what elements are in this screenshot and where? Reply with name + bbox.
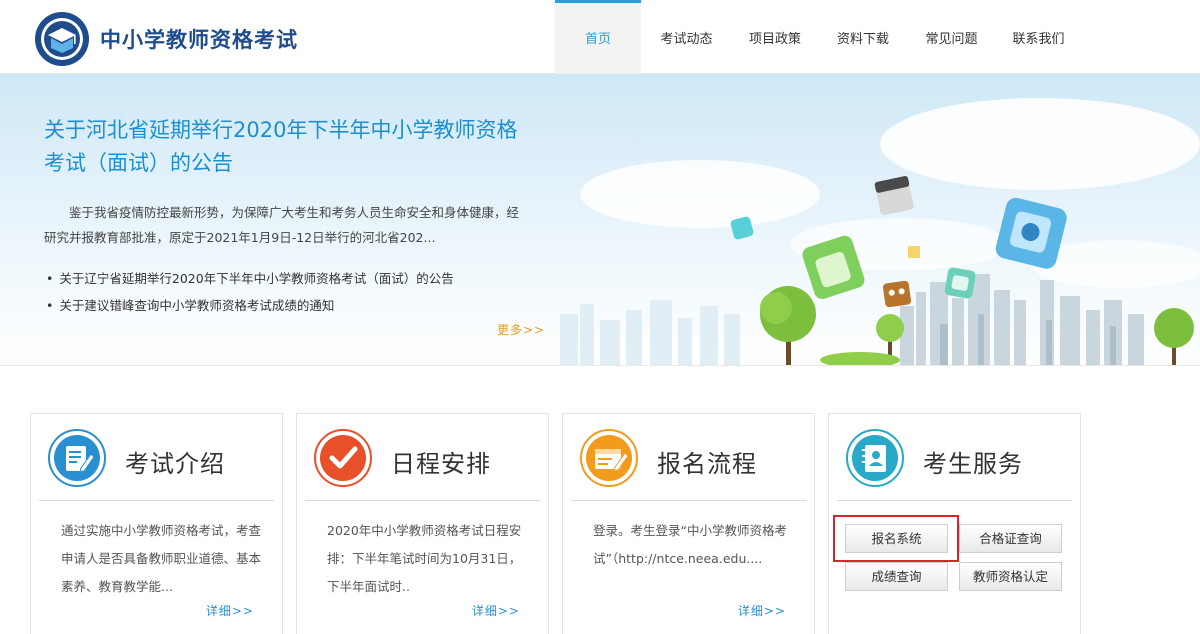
card-text: 通过实施中小学教师资格考试，考查申请人是否具备教师职业道德、基本素养、教育教学能…: [61, 523, 262, 594]
divider: [39, 500, 274, 501]
form-pen-icon: [580, 429, 638, 487]
nav-exam-news[interactable]: 考试动态: [641, 0, 732, 74]
card-registration-process: 报名流程 登录。考生登录“中小学教师资格考试”（http://ntce.neea…: [562, 413, 815, 634]
logo-icon[interactable]: [34, 11, 90, 67]
nav-policy[interactable]: 项目政策: [732, 0, 818, 74]
headline-news-title[interactable]: 关于河北省延期举行2020年下半年中小学教师资格考试（面试）的公告: [44, 114, 524, 180]
card-text: 2020年中小学教师资格考试日程安排：下半年笔试时间为10月31日，下半年面试时…: [327, 523, 522, 594]
detail-link[interactable]: 详细>>: [206, 602, 254, 619]
site-header: 中小学教师资格考试 首页 考试动态 项目政策 资料下载 常见问题 联系我们: [0, 0, 1200, 74]
teacher-qualification-button[interactable]: 教师资格认定: [959, 562, 1062, 591]
main-nav: 首页 考试动态 项目政策 资料下载 常见问题 联系我们: [555, 0, 1082, 74]
headline-news-summary: 鉴于我省疫情防控最新形势，为保障广大考生和考务人员生命安全和身体健康，经研究并报…: [44, 205, 520, 245]
card-text: 登录。考生登录“中小学教师资格考试”（http://ntce.neea.edu.…: [593, 523, 787, 566]
card-title[interactable]: 报名流程: [657, 444, 757, 479]
banner: 关于河北省延期举行2020年下半年中小学教师资格考试（面试）的公告 鉴于我省疫情…: [0, 74, 1200, 366]
news-list-item[interactable]: 关于辽宁省延期举行2020年下半年中小学教师资格考试（面试）的公告: [46, 265, 453, 292]
detail-link[interactable]: 详细>>: [738, 602, 786, 619]
news-list: 关于辽宁省延期举行2020年下半年中小学教师资格考试（面试）的公告 关于建议错峰…: [46, 265, 454, 319]
more-news-link[interactable]: 更多>>: [497, 321, 545, 338]
nav-faq[interactable]: 常见问题: [908, 0, 995, 74]
document-pen-icon: [48, 429, 106, 487]
score-query-button[interactable]: 成绩查询: [845, 562, 948, 591]
nav-home[interactable]: 首页: [555, 0, 641, 74]
nav-downloads[interactable]: 资料下载: [818, 0, 908, 74]
card-title[interactable]: 考试介绍: [125, 444, 225, 479]
divider: [305, 500, 540, 501]
news-list-item[interactable]: 关于建议错峰查询中小学教师资格考试成绩的通知: [46, 292, 454, 319]
nav-contact[interactable]: 联系我们: [995, 0, 1082, 74]
divider: [571, 500, 806, 501]
contact-book-icon: [846, 429, 904, 487]
card-schedule: 日程安排 2020年中小学教师资格考试日程安排：下半年笔试时间为10月31日，下…: [296, 413, 549, 634]
certificate-query-button[interactable]: 合格证查询: [959, 524, 1062, 553]
highlight-box: [833, 515, 959, 562]
card-title[interactable]: 考生服务: [923, 444, 1023, 479]
checkmark-icon: [314, 429, 372, 487]
card-exam-intro: 考试介绍 通过实施中小学教师资格考试，考查申请人是否具备教师职业道德、基本素养、…: [30, 413, 283, 634]
divider: [837, 500, 1072, 501]
site-title[interactable]: 中小学教师资格考试: [100, 24, 298, 54]
card-title[interactable]: 日程安排: [391, 444, 491, 479]
detail-link[interactable]: 详细>>: [472, 602, 520, 619]
